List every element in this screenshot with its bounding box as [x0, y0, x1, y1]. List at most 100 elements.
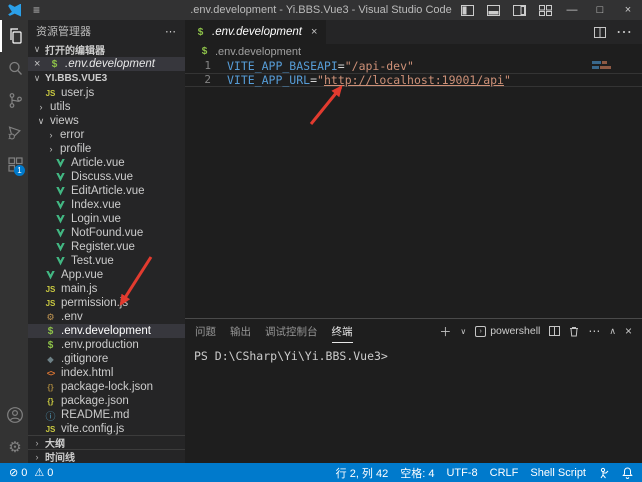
code-token: ": [504, 73, 511, 87]
git-file-icon: ◆: [44, 355, 57, 364]
editor-more-actions-icon[interactable]: ⋯: [616, 22, 632, 42]
timeline-section-header[interactable]: › 时间线: [28, 449, 185, 463]
tree-item[interactable]: {} package-lock.json: [28, 380, 185, 394]
new-terminal-icon[interactable]: ＋: [439, 323, 451, 340]
tree-item[interactable]: <> index.html: [28, 366, 185, 380]
explorer-icon[interactable]: [0, 20, 28, 52]
tree-item[interactable]: › profile: [28, 142, 185, 156]
tree-item[interactable]: JS vite.config.js: [28, 422, 185, 436]
tree-item[interactable]: ◆ .gitignore: [28, 352, 185, 366]
tree-item[interactable]: NotFound.vue: [28, 226, 185, 240]
status-item[interactable]: UTF-8: [446, 467, 477, 479]
chevron-right-icon: ›: [32, 438, 42, 448]
code-line[interactable]: 2 VITE_APP_URL="http://localhost:19001/a…: [185, 73, 642, 87]
terminal-content[interactable]: PS D:\CSharp\Yi\Yi.BBS.Vue3>: [185, 343, 642, 463]
new-terminal-dropdown-icon[interactable]: ∨: [460, 327, 466, 336]
maximize-button[interactable]: □: [586, 0, 614, 20]
tree-item[interactable]: JS main.js: [28, 282, 185, 296]
toggle-panel-button[interactable]: [480, 0, 506, 20]
tree-item[interactable]: ⓘ README.md: [28, 408, 185, 422]
panel-more-actions-icon[interactable]: ⋯: [588, 324, 600, 338]
line-content: VITE_APP_BASEAPI="/api-dev": [211, 59, 414, 73]
tree-item[interactable]: ⚙ .env: [28, 310, 185, 324]
minimap[interactable]: [592, 61, 618, 71]
explorer-sidebar: 资源管理器 ⋯ ∨ 打开的编辑器 × $ .env.development ∨ …: [28, 20, 185, 463]
close-editor-icon[interactable]: ×: [34, 58, 44, 70]
outline-section-header[interactable]: › 大纲: [28, 435, 185, 449]
tree-item[interactable]: $ .env.production: [28, 338, 185, 352]
minimize-button[interactable]: —: [558, 0, 586, 20]
vue-file-icon: [56, 257, 65, 266]
panel-tab[interactable]: 问题: [195, 320, 216, 343]
file-name: package-lock.json: [61, 381, 153, 393]
kill-terminal-icon[interactable]: [569, 326, 579, 337]
tree-item[interactable]: Register.vue: [28, 240, 185, 254]
split-editor-icon[interactable]: [594, 27, 606, 38]
editor-code-area[interactable]: 1 VITE_APP_BASEAPI="/api-dev" 2 VITE_APP…: [185, 59, 642, 318]
status-item[interactable]: Shell Script: [530, 467, 586, 479]
open-editor-item[interactable]: × $ .env.development: [28, 57, 185, 71]
terminal-prompt: PS D:\CSharp\Yi\Yi.BBS.Vue3>: [194, 349, 388, 363]
toggle-secondary-sidebar-button[interactable]: [506, 0, 532, 20]
extensions-icon[interactable]: 1: [0, 148, 28, 180]
file-name: index.html: [61, 367, 113, 379]
status-item[interactable]: CRLF: [490, 467, 519, 479]
feedback-icon[interactable]: [598, 467, 610, 479]
close-button[interactable]: ×: [614, 0, 642, 20]
shell-selector[interactable]: › powershell: [475, 325, 540, 337]
tree-item[interactable]: Login.vue: [28, 212, 185, 226]
tree-item[interactable]: › error: [28, 128, 185, 142]
menu-hamburger-icon[interactable]: ≡: [33, 3, 40, 17]
tree-item[interactable]: JS permission.js: [28, 296, 185, 310]
info-file-icon: ⓘ: [44, 408, 57, 423]
tree-item[interactable]: Index.vue: [28, 198, 185, 212]
panel-tab[interactable]: 终端: [332, 320, 353, 343]
source-control-icon[interactable]: [0, 84, 28, 116]
panel-tab[interactable]: 调试控制台: [265, 320, 318, 343]
explorer-more-actions-icon[interactable]: ⋯: [165, 25, 177, 38]
toggle-primary-sidebar-button[interactable]: [454, 0, 480, 20]
breadcrumb[interactable]: $ .env.development: [185, 44, 642, 59]
twisty-icon: ›: [46, 144, 56, 154]
breadcrumb-file: .env.development: [215, 46, 301, 58]
editor-group: $ .env.development × ⋯ $ .env.developmen…: [185, 20, 642, 463]
maximize-panel-icon[interactable]: ∧: [609, 326, 616, 337]
tree-item[interactable]: $ .env.development: [28, 324, 185, 338]
split-terminal-icon[interactable]: [549, 326, 560, 336]
code-line[interactable]: 1 VITE_APP_BASEAPI="/api-dev": [185, 59, 642, 73]
tree-item[interactable]: JS user.js: [28, 86, 185, 100]
open-editors-section-header[interactable]: ∨ 打开的编辑器: [28, 42, 185, 57]
close-tab-icon[interactable]: ×: [311, 26, 317, 38]
tree-item[interactable]: EditArticle.vue: [28, 184, 185, 198]
terminal-icon: ›: [475, 326, 486, 337]
code-token: VITE_APP_BASEAPI: [227, 59, 338, 73]
search-icon[interactable]: [0, 52, 28, 84]
tab-env-development[interactable]: $ .env.development ×: [185, 20, 326, 44]
status-item[interactable]: 行 2, 列 42: [336, 465, 389, 481]
tree-item[interactable]: Test.vue: [28, 254, 185, 268]
vue-file-icon: [56, 173, 65, 182]
status-item[interactable]: 空格: 4: [400, 465, 434, 481]
run-and-debug-icon[interactable]: [0, 116, 28, 148]
tree-item[interactable]: Article.vue: [28, 156, 185, 170]
panel-tab[interactable]: 输出: [230, 320, 251, 343]
project-section-header[interactable]: ∨ YI.BBS.VUE3: [28, 71, 185, 86]
account-icon[interactable]: [0, 399, 28, 431]
tree-item[interactable]: Discuss.vue: [28, 170, 185, 184]
tree-item[interactable]: App.vue: [28, 268, 185, 282]
tree-item[interactable]: ∨ views: [28, 114, 185, 128]
code-token: VITE_APP_URL: [227, 73, 310, 87]
vue-file-icon: [56, 201, 65, 210]
close-panel-icon[interactable]: ×: [625, 324, 632, 338]
notifications-bell-icon[interactable]: [622, 467, 633, 479]
tab-label: .env.development: [212, 26, 302, 38]
warning-icon: ⚠: [34, 466, 44, 479]
tree-item[interactable]: › utils: [28, 100, 185, 114]
customize-layout-button[interactable]: [532, 0, 558, 20]
tree-item[interactable]: {} package.json: [28, 394, 185, 408]
settings-gear-icon[interactable]: ⚙: [0, 431, 28, 463]
problems-status[interactable]: ⊘ 0 ⚠ 0: [9, 466, 53, 479]
twisty-icon: ›: [46, 130, 56, 140]
extensions-badge: 1: [14, 165, 25, 176]
vue-file-icon: [46, 271, 55, 280]
